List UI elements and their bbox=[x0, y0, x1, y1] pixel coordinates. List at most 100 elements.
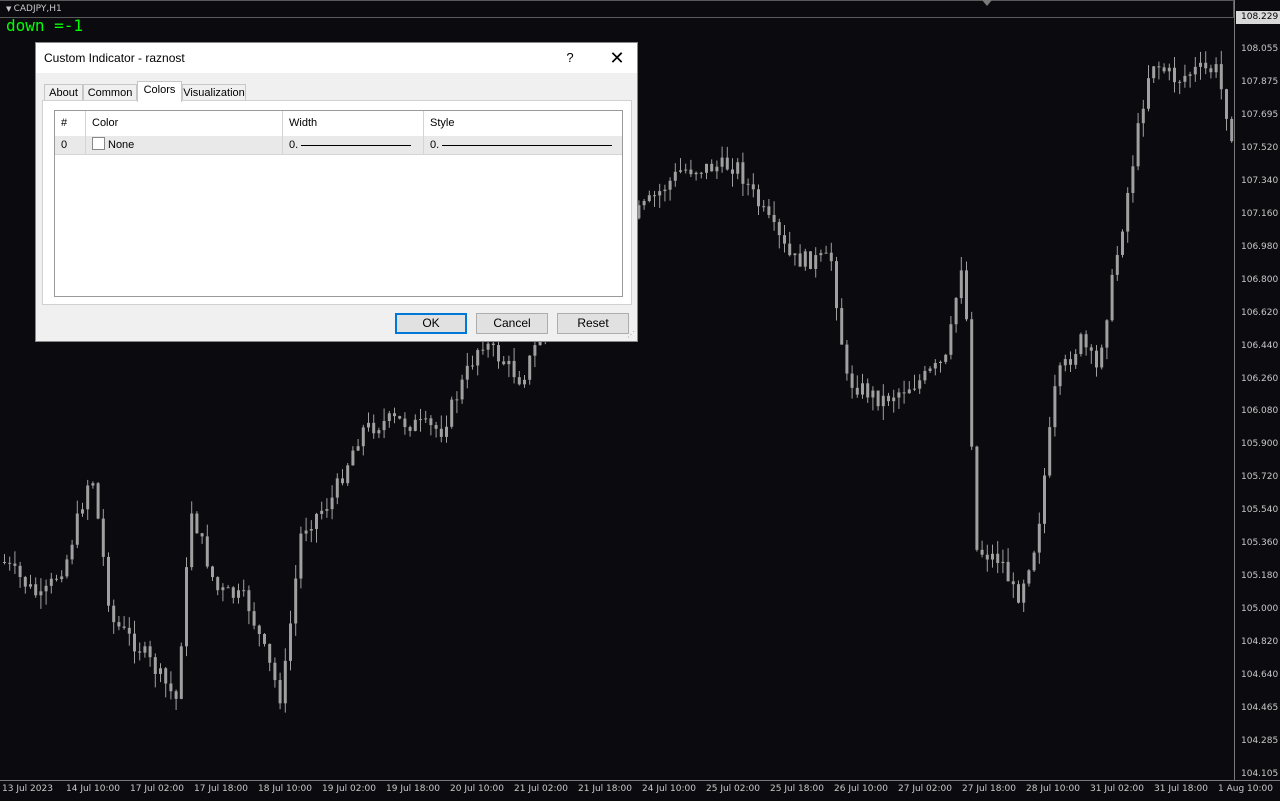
style-cell[interactable]: 0. bbox=[424, 136, 622, 154]
time-label: 1 Aug 10:00 bbox=[1218, 784, 1273, 794]
tab-about[interactable]: About bbox=[44, 84, 83, 101]
candle-body bbox=[18, 565, 22, 577]
tab-visualization[interactable]: Visualization bbox=[182, 84, 246, 101]
candle-body bbox=[1152, 66, 1156, 79]
candle-body bbox=[164, 668, 168, 684]
candle-body bbox=[1225, 89, 1228, 119]
candle-body bbox=[736, 162, 740, 174]
candle-body bbox=[107, 556, 110, 606]
candle-body bbox=[996, 553, 1000, 564]
candle-body bbox=[907, 389, 911, 394]
candle-body bbox=[273, 662, 277, 681]
candle-body bbox=[658, 191, 662, 196]
candle-body bbox=[29, 584, 32, 587]
candle-body bbox=[465, 365, 469, 380]
chart-shift-marker[interactable] bbox=[982, 0, 992, 6]
candle-body bbox=[91, 483, 95, 486]
candle-body bbox=[299, 533, 303, 579]
candle-body bbox=[970, 319, 974, 447]
close-icon[interactable]: ✕ bbox=[602, 47, 632, 69]
candle-body bbox=[320, 510, 324, 514]
candle-body bbox=[1022, 583, 1026, 603]
candle-body bbox=[793, 253, 797, 256]
price-label: 105.180 bbox=[1241, 571, 1279, 582]
symbol-label[interactable]: CADJPY,H1 bbox=[6, 4, 62, 14]
candle-body bbox=[705, 163, 708, 173]
candle-body bbox=[918, 380, 922, 389]
candle-body bbox=[928, 368, 932, 371]
candle-body bbox=[13, 563, 17, 566]
candle-body bbox=[1110, 274, 1114, 321]
time-axis[interactable]: 13 Jul 2023 14 Jul 10:00 17 Jul 02:00 17 Ju… bbox=[0, 780, 1280, 801]
candle-body bbox=[689, 169, 693, 175]
candle-body bbox=[49, 578, 53, 586]
candle-body bbox=[346, 465, 350, 484]
candle-body bbox=[460, 379, 464, 400]
candle-body bbox=[96, 483, 100, 519]
candle-body bbox=[871, 390, 875, 398]
candle-body bbox=[694, 172, 698, 175]
candle-body bbox=[985, 554, 989, 560]
candle-body bbox=[216, 577, 220, 591]
candle-body bbox=[798, 253, 802, 267]
ok-button[interactable]: OK bbox=[395, 313, 467, 334]
candle-body bbox=[507, 360, 511, 365]
candle-body bbox=[684, 169, 688, 171]
candle-body bbox=[902, 392, 906, 394]
cancel-button[interactable]: Cancel bbox=[476, 313, 548, 334]
candle-body bbox=[991, 553, 994, 560]
color-cell[interactable]: None bbox=[86, 136, 283, 154]
table-row[interactable]: 0 None 0. 0. bbox=[55, 136, 622, 155]
candle-body bbox=[247, 590, 251, 612]
candle-body bbox=[1105, 320, 1109, 348]
candle-body bbox=[1089, 347, 1093, 351]
dialog-titlebar[interactable]: Custom Indicator - raznost ? ✕ bbox=[36, 43, 637, 73]
candle-body bbox=[34, 584, 38, 596]
candle-body bbox=[850, 373, 854, 388]
tab-common[interactable]: Common bbox=[83, 84, 137, 101]
candle-body bbox=[502, 361, 506, 365]
candle-body bbox=[70, 544, 74, 560]
candle-body bbox=[1193, 66, 1197, 75]
candle-body bbox=[1084, 334, 1088, 348]
candle-body bbox=[814, 255, 818, 269]
custom-indicator-dialog: Custom Indicator - raznost ? ✕ About Com… bbox=[35, 42, 638, 342]
price-label: 105.540 bbox=[1241, 505, 1279, 516]
candle-body bbox=[315, 513, 318, 530]
price-label: 105.360 bbox=[1241, 538, 1279, 549]
candle-body bbox=[1032, 552, 1036, 571]
tab-colors[interactable]: Colors bbox=[137, 81, 182, 102]
price-label: 105.000 bbox=[1241, 604, 1279, 615]
reset-button[interactable]: Reset bbox=[557, 313, 629, 334]
candle-body bbox=[1069, 359, 1072, 365]
candle-body bbox=[185, 567, 188, 647]
candle-body bbox=[439, 428, 443, 437]
candle-body bbox=[486, 343, 490, 350]
time-label: 18 Jul 10:00 bbox=[258, 784, 312, 794]
candle-body bbox=[835, 261, 838, 309]
candle-body bbox=[1115, 254, 1119, 275]
width-cell[interactable]: 0. bbox=[283, 136, 424, 154]
candle-body bbox=[1199, 62, 1202, 67]
price-label: 107.520 bbox=[1241, 142, 1279, 153]
price-label: 105.900 bbox=[1241, 439, 1279, 450]
candle-body bbox=[221, 587, 225, 591]
resize-grip-icon[interactable]: ⋰ bbox=[627, 330, 635, 339]
candle-body bbox=[179, 646, 183, 699]
time-label: 25 Jul 02:00 bbox=[706, 784, 760, 794]
candle-body bbox=[112, 605, 116, 623]
candle-body bbox=[1183, 75, 1187, 82]
candle-body bbox=[741, 162, 745, 184]
candle-body bbox=[751, 184, 755, 190]
price-axis[interactable]: 108.229 108.055 107.875 107.695 107.520 107.… bbox=[1234, 0, 1280, 780]
style-line-sample bbox=[442, 145, 612, 146]
candle-body bbox=[653, 195, 656, 197]
help-button[interactable]: ? bbox=[558, 47, 582, 69]
candle-body bbox=[710, 163, 714, 172]
candle-body bbox=[8, 562, 12, 564]
candle-body bbox=[731, 169, 734, 174]
time-label: 17 Jul 18:00 bbox=[194, 784, 248, 794]
candle-body bbox=[278, 680, 282, 704]
candle-body bbox=[424, 418, 428, 420]
candle-body bbox=[382, 420, 386, 431]
